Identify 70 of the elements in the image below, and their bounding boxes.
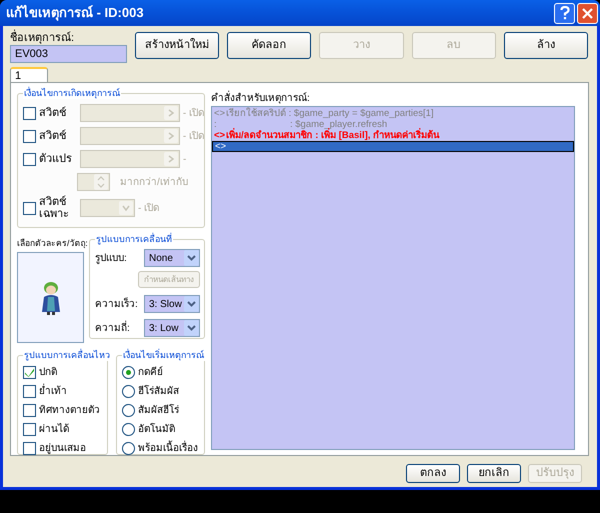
chevron-right-icon xyxy=(164,129,178,143)
trigger-label: ฮีโร่สัมผัส xyxy=(138,384,179,399)
option-label: ปกติ xyxy=(39,366,57,380)
suffix-text: - เปิด xyxy=(138,202,160,216)
suffix-text: - เปิด xyxy=(182,106,204,120)
checkbox[interactable] xyxy=(23,404,36,417)
chevron-right-icon xyxy=(164,106,178,120)
help-button[interactable] xyxy=(554,2,575,24)
help-icon xyxy=(560,6,570,20)
chevron-right-icon xyxy=(164,152,178,166)
chevron-down-icon xyxy=(119,201,133,215)
chevron-down-icon xyxy=(184,250,199,266)
close-button[interactable] xyxy=(577,2,598,24)
speed-label: ความเร็ว: xyxy=(95,296,138,312)
checkbox[interactable] xyxy=(23,130,36,142)
trigger-label: สัมผัสฮีโร่ xyxy=(138,403,179,418)
checkbox[interactable] xyxy=(23,385,36,398)
trigger-label: พร้อมเนื้อเรื่อง xyxy=(138,441,198,456)
commands-label: คำสั่งสำหรับเหตุการณ์: xyxy=(211,93,582,105)
dropdown[interactable]: None xyxy=(144,249,200,267)
character-sprite xyxy=(40,280,60,314)
button[interactable]: ล้าง xyxy=(504,32,588,59)
radio-button[interactable] xyxy=(122,442,135,455)
type-label: รูปแบบ: xyxy=(95,252,127,266)
dropdown[interactable]: 3: Slow xyxy=(144,295,200,313)
radio-button[interactable] xyxy=(122,404,135,417)
option-label: อยู่บนเสมอ xyxy=(39,442,86,456)
dropdown[interactable]: 3: Low xyxy=(144,319,200,337)
trigger-label: อัตโนมัติ xyxy=(138,422,175,437)
condition-label: สวิตช์ xyxy=(39,130,67,142)
group-title: รูปแบบการเคลื่อนไหว xyxy=(23,349,111,361)
suffix-text: - xyxy=(183,152,186,166)
checkbox[interactable] xyxy=(23,202,36,214)
graphic-label: เลือกตัวละคร/วัตถุ: xyxy=(17,237,87,250)
close-icon xyxy=(582,8,593,18)
checkbox[interactable] xyxy=(23,106,36,120)
graphic-preview[interactable] xyxy=(17,252,84,343)
condition-label: สวิตช์ เฉพาะ xyxy=(39,196,70,220)
tab[interactable]: 1 xyxy=(10,67,48,82)
chevron-down-icon xyxy=(184,320,199,336)
trigger-label: กดคีย์ xyxy=(138,365,163,380)
name-field[interactable]: EV003 xyxy=(10,45,127,63)
group-title: เงื่อนไขการเกิดเหตุการณ์ xyxy=(23,87,121,99)
group-title: รูปแบบการเคลื่อนที่ xyxy=(95,233,173,245)
group-title: เงื่อนไขเริ่มเหตุการณ์ xyxy=(122,349,205,361)
checkbox[interactable] xyxy=(23,423,36,436)
condition-label: สวิตช์ xyxy=(39,107,67,119)
radio-button[interactable] xyxy=(122,423,135,436)
radio-button[interactable] xyxy=(122,366,135,379)
button[interactable]: คัดลอก xyxy=(227,32,312,59)
condition-label: ตัวแปร xyxy=(39,153,73,165)
option-label: ทิศทางตายตัว xyxy=(39,404,100,418)
radio-button[interactable] xyxy=(122,385,135,398)
checkbox[interactable] xyxy=(23,152,36,166)
suffix-text: - เปิด xyxy=(182,130,204,144)
compare-text: มากกว่า/เท่ากับ xyxy=(120,176,188,190)
checkbox[interactable] xyxy=(23,366,36,379)
button[interactable]: ตกลง xyxy=(406,464,460,483)
frequency-label: ความถี่: xyxy=(95,320,130,336)
option-label: ผ่านได้ xyxy=(39,422,69,437)
command-row[interactable]: <> xyxy=(212,141,574,152)
button[interactable]: สร้างหน้าใหม่ xyxy=(134,32,220,59)
check-icon xyxy=(25,368,34,377)
option-label: ย่ำเท้า xyxy=(39,384,67,399)
field-label: ชื่อเหตุการณ์: xyxy=(10,32,129,45)
chevron-down-icon xyxy=(184,296,199,312)
spinner-icon xyxy=(94,174,108,190)
window-title: แก้ไขเหตุการณ์ - ID:003 xyxy=(6,4,144,23)
button[interactable]: ยกเลิก xyxy=(467,464,521,483)
checkbox[interactable] xyxy=(23,442,36,455)
